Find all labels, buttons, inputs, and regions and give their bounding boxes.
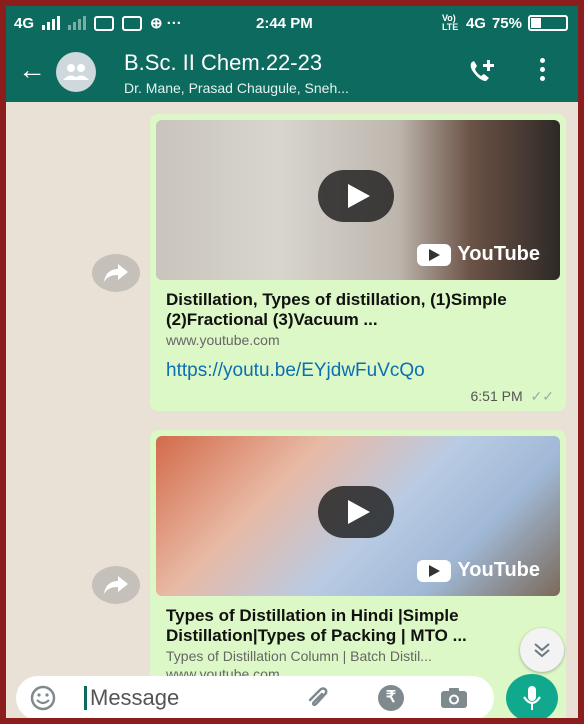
attachment-icon[interactable] bbox=[306, 686, 334, 715]
message-meta: 6:51 PM ✓✓ bbox=[156, 388, 560, 405]
youtube-icon bbox=[417, 243, 452, 266]
message-composer[interactable]: Message ₹ bbox=[16, 676, 494, 718]
clock: 2:44 PM bbox=[256, 15, 313, 32]
payment-icon[interactable]: ₹ bbox=[378, 685, 404, 711]
microphone-icon bbox=[523, 686, 541, 710]
link-preview-title[interactable]: Distillation, Types of distillation, (1)… bbox=[166, 290, 556, 330]
read-receipt-icon: ✓✓ bbox=[530, 388, 554, 404]
camera-icon[interactable] bbox=[440, 687, 468, 714]
message-time: 6:51 PM bbox=[470, 388, 523, 404]
message-bubble[interactable]: YouTube Distillation, Types of distillat… bbox=[150, 114, 566, 411]
status-bar: 4G ⊕ ··· 2:44 PM Vo) LTE 4G 75% bbox=[6, 6, 578, 40]
more-options-icon[interactable] bbox=[540, 58, 545, 81]
youtube-logo: YouTube bbox=[417, 559, 540, 582]
chevron-down-icon bbox=[534, 643, 550, 658]
text-cursor bbox=[84, 686, 87, 710]
emoji-icon[interactable] bbox=[30, 685, 56, 716]
video-thumbnail[interactable]: YouTube bbox=[156, 436, 560, 596]
signal-icon-sim2 bbox=[68, 16, 87, 30]
message-link[interactable]: https://youtu.be/EYjdwFuVcQo bbox=[166, 360, 556, 382]
chat-header: ← B.Sc. II Chem.22-23 Dr. Mane, Prasad C… bbox=[6, 40, 578, 102]
link-preview-title[interactable]: Types of Distillation in Hindi |Simple D… bbox=[166, 606, 556, 646]
chat-title[interactable]: B.Sc. II Chem.22-23 bbox=[124, 50, 322, 76]
scroll-down-button[interactable] bbox=[520, 628, 564, 672]
whatsapp-screen: 4G ⊕ ··· 2:44 PM Vo) LTE 4G 75% ← B.Sc. … bbox=[6, 6, 578, 718]
group-avatar[interactable] bbox=[56, 52, 96, 92]
volte-label: Vo) LTE bbox=[441, 13, 459, 32]
more-notifications-icon: ⊕ ··· bbox=[150, 15, 182, 32]
forward-icon[interactable] bbox=[92, 254, 140, 292]
battery-icon bbox=[528, 15, 568, 31]
video-thumbnail[interactable]: YouTube bbox=[156, 120, 560, 280]
link-preview-subtitle: Types of Distillation Column | Batch Dis… bbox=[166, 648, 432, 664]
message-bubble[interactable]: YouTube Types of Distillation in Hindi |… bbox=[150, 430, 566, 718]
network-type-right: 4G bbox=[465, 14, 486, 32]
signal-icon bbox=[42, 16, 61, 30]
voice-message-button[interactable] bbox=[506, 674, 558, 718]
message-input[interactable]: Message bbox=[90, 685, 179, 711]
youtube-logo: YouTube bbox=[417, 243, 540, 266]
youtube-icon bbox=[417, 559, 452, 582]
network-type-left: 4G bbox=[14, 14, 35, 32]
play-icon[interactable] bbox=[318, 170, 394, 222]
link-preview-domain: www.youtube.com bbox=[166, 332, 280, 348]
group-icon bbox=[63, 64, 89, 80]
back-arrow-icon[interactable]: ← bbox=[18, 56, 46, 84]
message-notification-icon bbox=[122, 15, 143, 31]
youtube-notification-icon bbox=[94, 15, 115, 31]
battery-percent: 75% bbox=[491, 14, 522, 32]
chat-participants[interactable]: Dr. Mane, Prasad Chaugule, Sneh... bbox=[124, 80, 454, 96]
add-call-icon[interactable] bbox=[466, 58, 496, 91]
play-icon[interactable] bbox=[318, 486, 394, 538]
forward-icon[interactable] bbox=[92, 566, 140, 604]
